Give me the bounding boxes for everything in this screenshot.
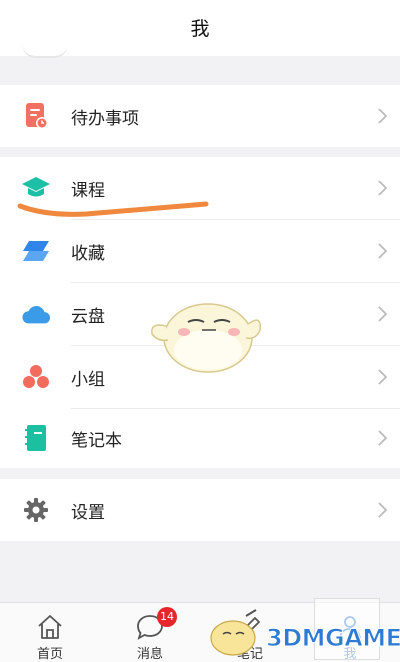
cloud-icon: [21, 299, 51, 329]
layers-icon: [21, 236, 51, 266]
chevron-right-icon: [378, 180, 388, 196]
menu-label-notebook: 笔记本: [71, 430, 122, 451]
chevron-right-icon: [378, 306, 388, 322]
menu-label-settings: 设置: [71, 502, 105, 523]
watermark-text: 3DMGAME: [266, 624, 400, 653]
graduation-cap-icon: [21, 173, 51, 203]
gear-icon: [21, 495, 51, 525]
menu-label-group: 小组: [71, 369, 105, 390]
settings-group: 设置: [0, 479, 400, 541]
chevron-right-icon: [378, 369, 388, 385]
menu-label-todo: 待办事项: [71, 108, 139, 129]
mascot-sticker: [151, 303, 261, 373]
menu-label-course: 课程: [71, 180, 105, 201]
notebook-icon: [21, 423, 51, 453]
chevron-right-icon: [378, 108, 388, 124]
menu-item-settings[interactable]: 设置: [0, 479, 400, 541]
home-icon: [38, 615, 62, 639]
annotation-underline: [17, 201, 209, 217]
menu-label-cloud: 云盘: [71, 306, 105, 327]
todo-group: 待办事项: [0, 85, 400, 147]
menu-item-favorites[interactable]: 收藏: [0, 220, 400, 282]
todo-icon: [21, 101, 51, 131]
menu-label-favorites: 收藏: [71, 243, 105, 264]
menu-item-notebook[interactable]: 笔记本: [0, 407, 400, 469]
messages-badge: 14: [157, 607, 177, 627]
profile-avatar-edge: [22, 44, 68, 58]
menu-item-todo[interactable]: 待办事项: [0, 85, 400, 147]
tab-home[interactable]: 首页: [0, 603, 100, 662]
chevron-right-icon: [378, 502, 388, 518]
tab-label-home: 首页: [36, 647, 63, 662]
chevron-right-icon: [378, 430, 388, 446]
tab-label-messages: 消息: [136, 647, 163, 662]
chevron-right-icon: [378, 243, 388, 259]
group-icon: [21, 362, 51, 392]
page-header: 我: [0, 0, 400, 58]
watermark-mascot: [210, 609, 257, 656]
watermark: 3DMGAME: [206, 608, 400, 660]
tab-messages[interactable]: 14 消息: [100, 603, 200, 662]
